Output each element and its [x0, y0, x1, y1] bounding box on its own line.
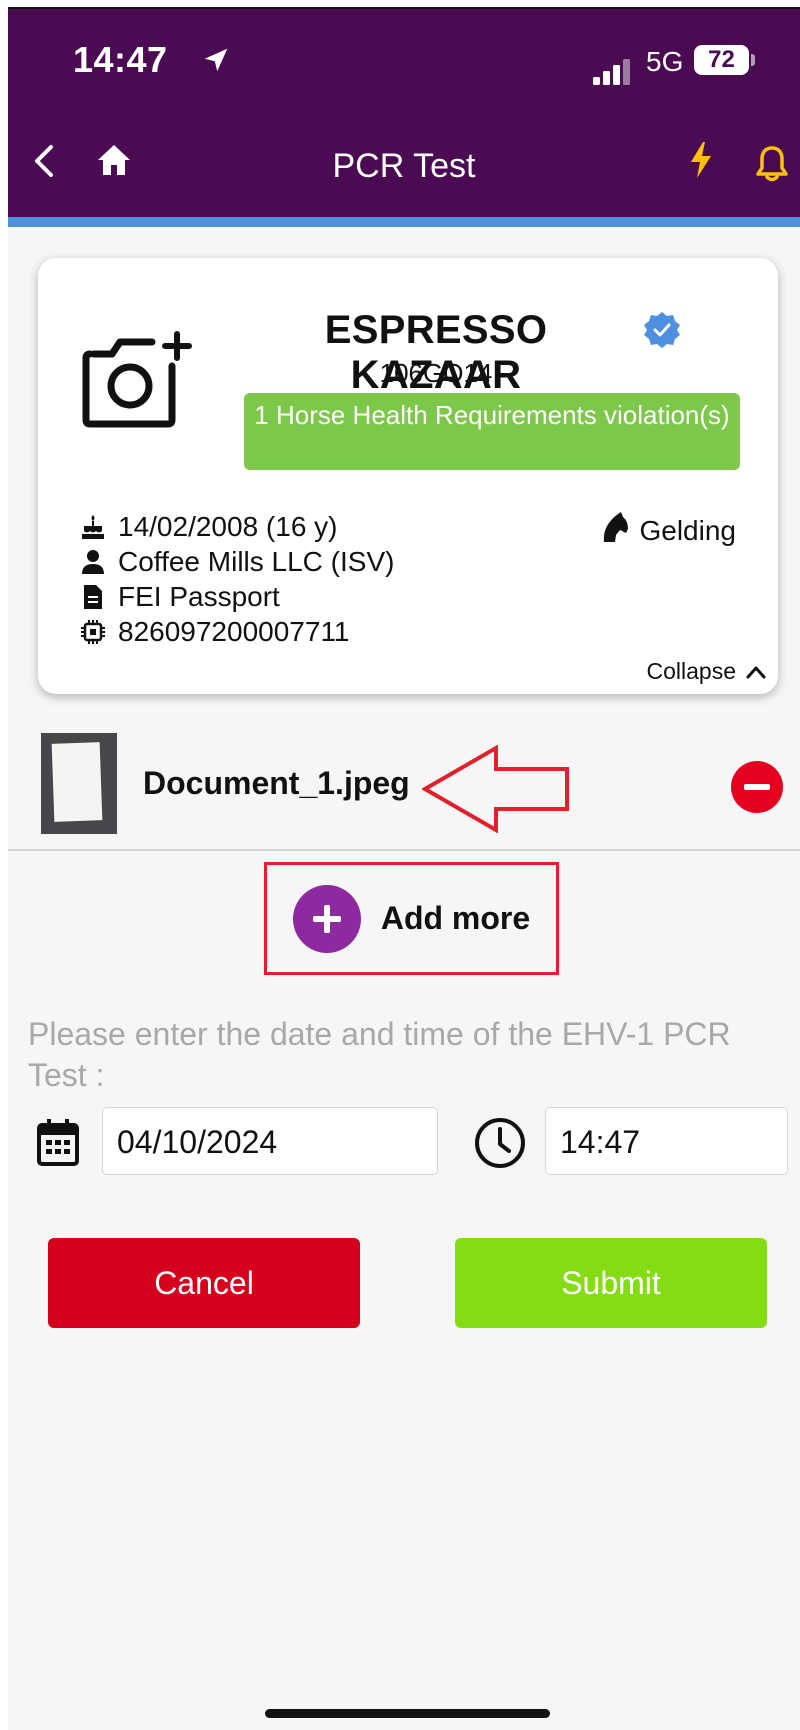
app-header: 14:47 5G 72 PCR Test	[8, 9, 800, 217]
date-field[interactable]: 04/10/2024	[102, 1107, 438, 1175]
person-icon	[80, 547, 106, 577]
horse-card: ESPRESSO KAZAAR 106GQ14 1 Horse Health R…	[38, 258, 778, 694]
document-name: Document_1.jpeg	[143, 765, 410, 801]
network-label: 5G	[646, 46, 684, 77]
lightning-icon[interactable]	[688, 141, 714, 184]
document-thumbnail[interactable]	[41, 733, 117, 834]
birth-date: 14/02/2008 (16 y)	[118, 511, 338, 542]
location-arrow-icon	[201, 45, 231, 80]
camera-add-icon[interactable]	[80, 328, 198, 437]
remove-document-button[interactable]	[731, 761, 783, 813]
document-thumbnail-paper	[51, 742, 103, 822]
signal-icon	[593, 59, 633, 90]
owner-name: Coffee Mills LLC (ISV)	[118, 546, 395, 577]
document-icon	[80, 582, 106, 612]
remove-icon	[744, 784, 770, 790]
time-field[interactable]: 14:47	[545, 1107, 788, 1175]
collapse-toggle[interactable]: Collapse	[647, 658, 767, 685]
passport-row: FEI Passport	[80, 581, 280, 613]
chevron-up-icon	[746, 665, 766, 679]
chip-icon	[80, 617, 106, 647]
passport-type: FEI Passport	[118, 581, 280, 612]
battery-tip	[751, 54, 755, 66]
chip-row: 826097200007711	[80, 616, 350, 648]
clock-icon[interactable]	[474, 1117, 526, 1174]
header-accent-bar	[8, 217, 800, 227]
chip-number: 826097200007711	[118, 616, 350, 647]
bell-icon[interactable]	[754, 145, 790, 188]
battery-icon: 72	[694, 45, 749, 75]
horse-head-icon	[601, 511, 629, 550]
screen-frame-left	[0, 0, 8, 1730]
add-more-label: Add more	[380, 900, 531, 936]
add-more-button[interactable]: Add more	[264, 862, 559, 975]
annotation-arrow-icon	[421, 744, 570, 838]
submit-button[interactable]: Submit	[455, 1238, 767, 1328]
status-time: 14:47	[73, 39, 168, 80]
gender-row: Gelding	[601, 511, 736, 550]
calendar-icon[interactable]	[36, 1117, 80, 1172]
violation-badge[interactable]: 1 Horse Health Requirements violation(s)	[244, 393, 740, 470]
birth-row: 14/02/2008 (16 y)	[80, 511, 338, 543]
owner-row: Coffee Mills LLC (ISV)	[80, 546, 394, 578]
verified-badge-icon	[643, 311, 681, 354]
horse-id: 106GQ14	[379, 358, 493, 388]
horse-gender: Gelding	[639, 514, 736, 546]
cake-icon	[80, 512, 106, 542]
plus-icon	[292, 884, 361, 953]
list-item: Document_1.jpeg	[8, 715, 800, 851]
cancel-button[interactable]: Cancel	[48, 1238, 360, 1328]
home-indicator[interactable]	[265, 1709, 550, 1718]
date-time-prompt: Please enter the date and time of the EH…	[28, 1016, 731, 1093]
collapse-label: Collapse	[646, 658, 737, 684]
page-title: PCR Test	[332, 147, 476, 185]
app-screen: 14:47 5G 72 PCR Test ESPRESSO KAZAAR 106…	[8, 9, 800, 1730]
